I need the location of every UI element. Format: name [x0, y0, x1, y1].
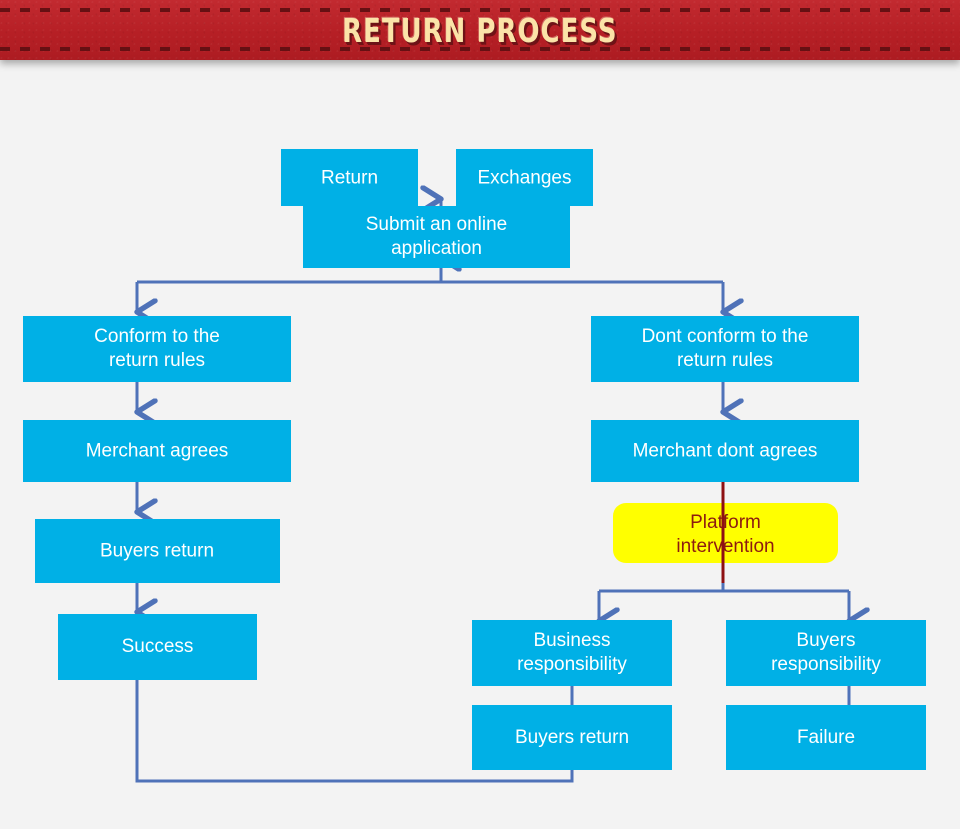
- node-conform-label-line1: Conform to the: [94, 326, 220, 347]
- node-buyers-return-bottom[interactable]: Buyers return: [472, 705, 672, 770]
- node-return-label: Return: [321, 168, 378, 189]
- node-dont-conform-label-line2: return rules: [677, 350, 773, 371]
- node-buyers-responsibility-label-line1: Buyers: [796, 630, 855, 651]
- node-conform-to-return-rules[interactable]: Conform to the return rules: [23, 316, 291, 382]
- node-platform-intervention-label-line1: Platform: [690, 512, 761, 533]
- node-exchanges[interactable]: Exchanges: [456, 149, 593, 206]
- node-exchanges-label: Exchanges: [477, 168, 571, 189]
- node-success[interactable]: Success: [58, 614, 257, 680]
- node-buyers-responsibility[interactable]: Buyers responsibility: [726, 620, 926, 686]
- node-dont-conform-label-line1: Dont conform to the: [642, 326, 809, 347]
- node-buyers-return-left-label: Buyers return: [100, 541, 214, 562]
- node-conform-label-line2: return rules: [109, 350, 205, 371]
- node-buyers-responsibility-label-line2: responsibility: [771, 654, 881, 675]
- node-submit-application-label-line2: application: [391, 238, 482, 259]
- node-platform-intervention[interactable]: Platform intervention: [613, 503, 838, 563]
- node-platform-intervention-label-line2: intervention: [676, 536, 774, 557]
- page-title: RETURN PROCESS: [342, 10, 618, 50]
- flowchart-svg: Return Exchanges Submit an online applic…: [23, 149, 926, 783]
- edge-submit-to-split: [137, 266, 723, 312]
- node-business-responsibility-label-line1: Business: [533, 630, 610, 651]
- node-merchant-agrees[interactable]: Merchant agrees: [23, 420, 291, 482]
- node-success-label: Success: [122, 636, 194, 657]
- node-business-responsibility[interactable]: Business responsibility: [472, 620, 672, 686]
- node-merchant-agrees-label: Merchant agrees: [86, 441, 229, 462]
- node-failure[interactable]: Failure: [726, 705, 926, 770]
- flowchart-canvas: Return Exchanges Submit an online applic…: [0, 60, 960, 829]
- node-submit-application-label-line1: Submit an online: [366, 214, 508, 235]
- edge-platform-split-bar: [599, 583, 849, 621]
- node-business-responsibility-label-line2: responsibility: [517, 654, 627, 675]
- node-merchant-dont-agrees-label: Merchant dont agrees: [633, 441, 818, 462]
- node-merchant-dont-agrees[interactable]: Merchant dont agrees: [591, 420, 859, 482]
- node-buyers-return-left[interactable]: Buyers return: [35, 519, 280, 583]
- page-header-banner: RETURN PROCESS: [0, 0, 960, 60]
- node-submit-application[interactable]: Submit an online application: [303, 206, 570, 268]
- node-return[interactable]: Return: [281, 149, 418, 206]
- node-buyers-return-bottom-label: Buyers return: [515, 727, 629, 748]
- node-failure-label: Failure: [797, 727, 855, 748]
- node-dont-conform-to-return-rules[interactable]: Dont conform to the return rules: [591, 316, 859, 382]
